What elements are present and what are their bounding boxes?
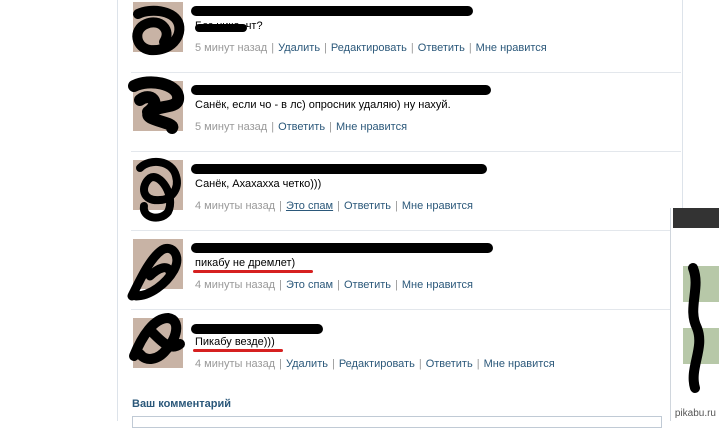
red-underline: [193, 349, 283, 352]
comment-text: Санёк, если чо - в лс) опросник удаляю) …: [195, 99, 451, 111]
comment-meta: 4 минуты назад | Это спам | Ответить | Мне нра…: [195, 200, 473, 212]
comment-item: Санёк, Ахахахха четко))) 4 минуты назад |…: [131, 152, 681, 231]
your-comment-label: Ваш комментарий: [132, 398, 232, 410]
comment-text: Санёк, Ахахахха четко))): [195, 178, 322, 190]
reply-link[interactable]: Ответить: [344, 279, 391, 291]
avatar[interactable]: [133, 239, 183, 289]
author-redaction: [191, 85, 491, 95]
left-gutter: [0, 0, 117, 421]
comment-meta: 5 минут назад | Удалить | Редактировать | Отве…: [195, 42, 547, 54]
text-redaction: [195, 24, 247, 32]
red-underline: [193, 270, 313, 273]
avatar[interactable]: [133, 2, 183, 52]
watermark: pikabu.ru: [674, 408, 716, 419]
delete-link[interactable]: Удалить: [278, 42, 320, 54]
content-border-left: [117, 0, 118, 421]
avatar[interactable]: [133, 81, 183, 131]
delete-link[interactable]: Удалить: [286, 358, 328, 370]
comment-time: 4 минуты назад: [195, 200, 276, 212]
comment-item: Пикабу везде))) 4 минуты назад | Удалить | Р…: [131, 310, 681, 389]
comment-item: Санёк, если чо - в лс) опросник удаляю) …: [131, 73, 681, 152]
content-border-right: [682, 0, 683, 210]
comment-meta: 4 минуты назад | Удалить | Редактировать | Отв…: [195, 358, 555, 370]
reply-link[interactable]: Ответить: [344, 200, 391, 212]
comment-input[interactable]: [132, 416, 662, 428]
comment-text: Пикабу везде))): [195, 336, 275, 348]
avatar[interactable]: [133, 318, 183, 368]
spam-link[interactable]: Это спам: [286, 200, 333, 212]
author-redaction: [191, 6, 473, 16]
like-link[interactable]: Мне нравится: [402, 279, 473, 291]
comment-time: 5 минут назад: [195, 42, 268, 54]
side-scribble: [688, 263, 705, 393]
comment-item: Без ника, чт? 5 минут назад|Удалить|Реда…: [131, 0, 681, 73]
spam-link[interactable]: Это спам: [286, 279, 333, 291]
like-link[interactable]: Мне нравится: [484, 358, 555, 370]
comment-meta: 4 минуты назад | Это спам | Ответить | Мне нра…: [195, 279, 473, 291]
comment-feed: Без ника, чт? 5 минут назад|Удалить|Реда…: [131, 0, 681, 421]
comment-item: пикабу не дремлет) 4 минуты назад | Это сп…: [131, 231, 681, 310]
reply-link[interactable]: Ответить: [278, 121, 325, 133]
side-panel: [670, 208, 719, 421]
comment-time: 5 минут назад: [195, 121, 268, 133]
like-link[interactable]: Мне нравится: [402, 200, 473, 212]
edit-link[interactable]: Редактировать: [339, 358, 415, 370]
author-redaction: [191, 324, 323, 334]
reply-link[interactable]: Ответить: [426, 358, 473, 370]
reply-link[interactable]: Ответить: [418, 42, 465, 54]
author-redaction: [191, 164, 487, 174]
comment-meta: 5 минут назад | Ответить | Мне нравится: [195, 121, 408, 133]
edit-link[interactable]: Редактировать: [331, 42, 407, 54]
like-link[interactable]: Мне нравится: [336, 121, 407, 133]
comment-text: пикабу не дремлет): [195, 257, 296, 269]
comment-time: 4 минуты назад: [195, 279, 276, 291]
comment-time: 4 минуты назад: [195, 358, 276, 370]
like-link[interactable]: Мне нравится: [476, 42, 547, 54]
author-redaction: [191, 243, 493, 253]
avatar[interactable]: [133, 160, 183, 210]
